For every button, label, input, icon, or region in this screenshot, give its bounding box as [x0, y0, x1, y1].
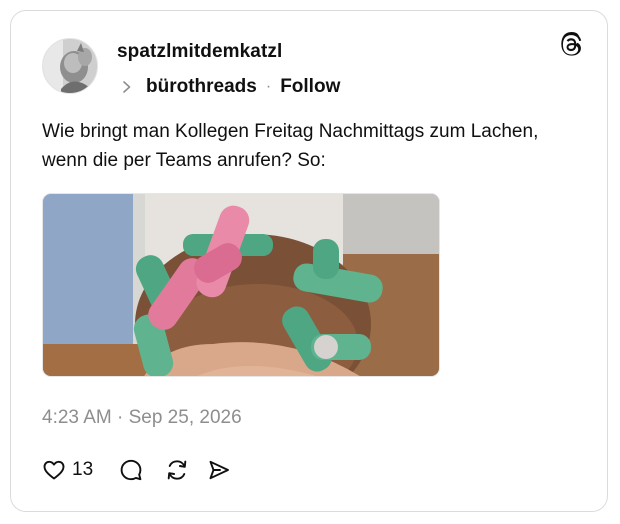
- follow-button[interactable]: Follow: [280, 76, 340, 98]
- author-avatar[interactable]: [42, 38, 98, 94]
- share-icon: [209, 460, 230, 480]
- post-text: Wie bringt man Kollegen Freitag Nachmitt…: [42, 121, 539, 171]
- post-image[interactable]: [42, 193, 440, 377]
- post-timestamp: 4:23 AM · Sep 25, 2026: [42, 407, 242, 428]
- avatar-image: [43, 39, 97, 93]
- separator-dot: ·: [265, 78, 272, 95]
- like-button[interactable]: 13: [42, 458, 93, 482]
- like-count: 13: [72, 459, 94, 480]
- reply-button[interactable]: [119, 458, 143, 482]
- chevron-right-icon: [123, 81, 131, 93]
- share-button[interactable]: [207, 458, 231, 482]
- author-username[interactable]: spatzlmitdemkatzl: [117, 41, 282, 63]
- heart-icon: [43, 460, 65, 480]
- action-bar: 13: [42, 457, 231, 483]
- repost-button[interactable]: [165, 458, 189, 482]
- community-line: bürothreads · Follow: [121, 74, 340, 100]
- community-name[interactable]: bürothreads: [146, 76, 257, 98]
- hair-curlers-photo: [43, 194, 439, 376]
- threads-logo-icon[interactable]: [558, 32, 584, 58]
- threads-post-card: spatzlmitdemkatzl bürothreads · Follow W…: [10, 10, 608, 512]
- repost-icon: [167, 460, 187, 480]
- comment-icon: [120, 459, 142, 481]
